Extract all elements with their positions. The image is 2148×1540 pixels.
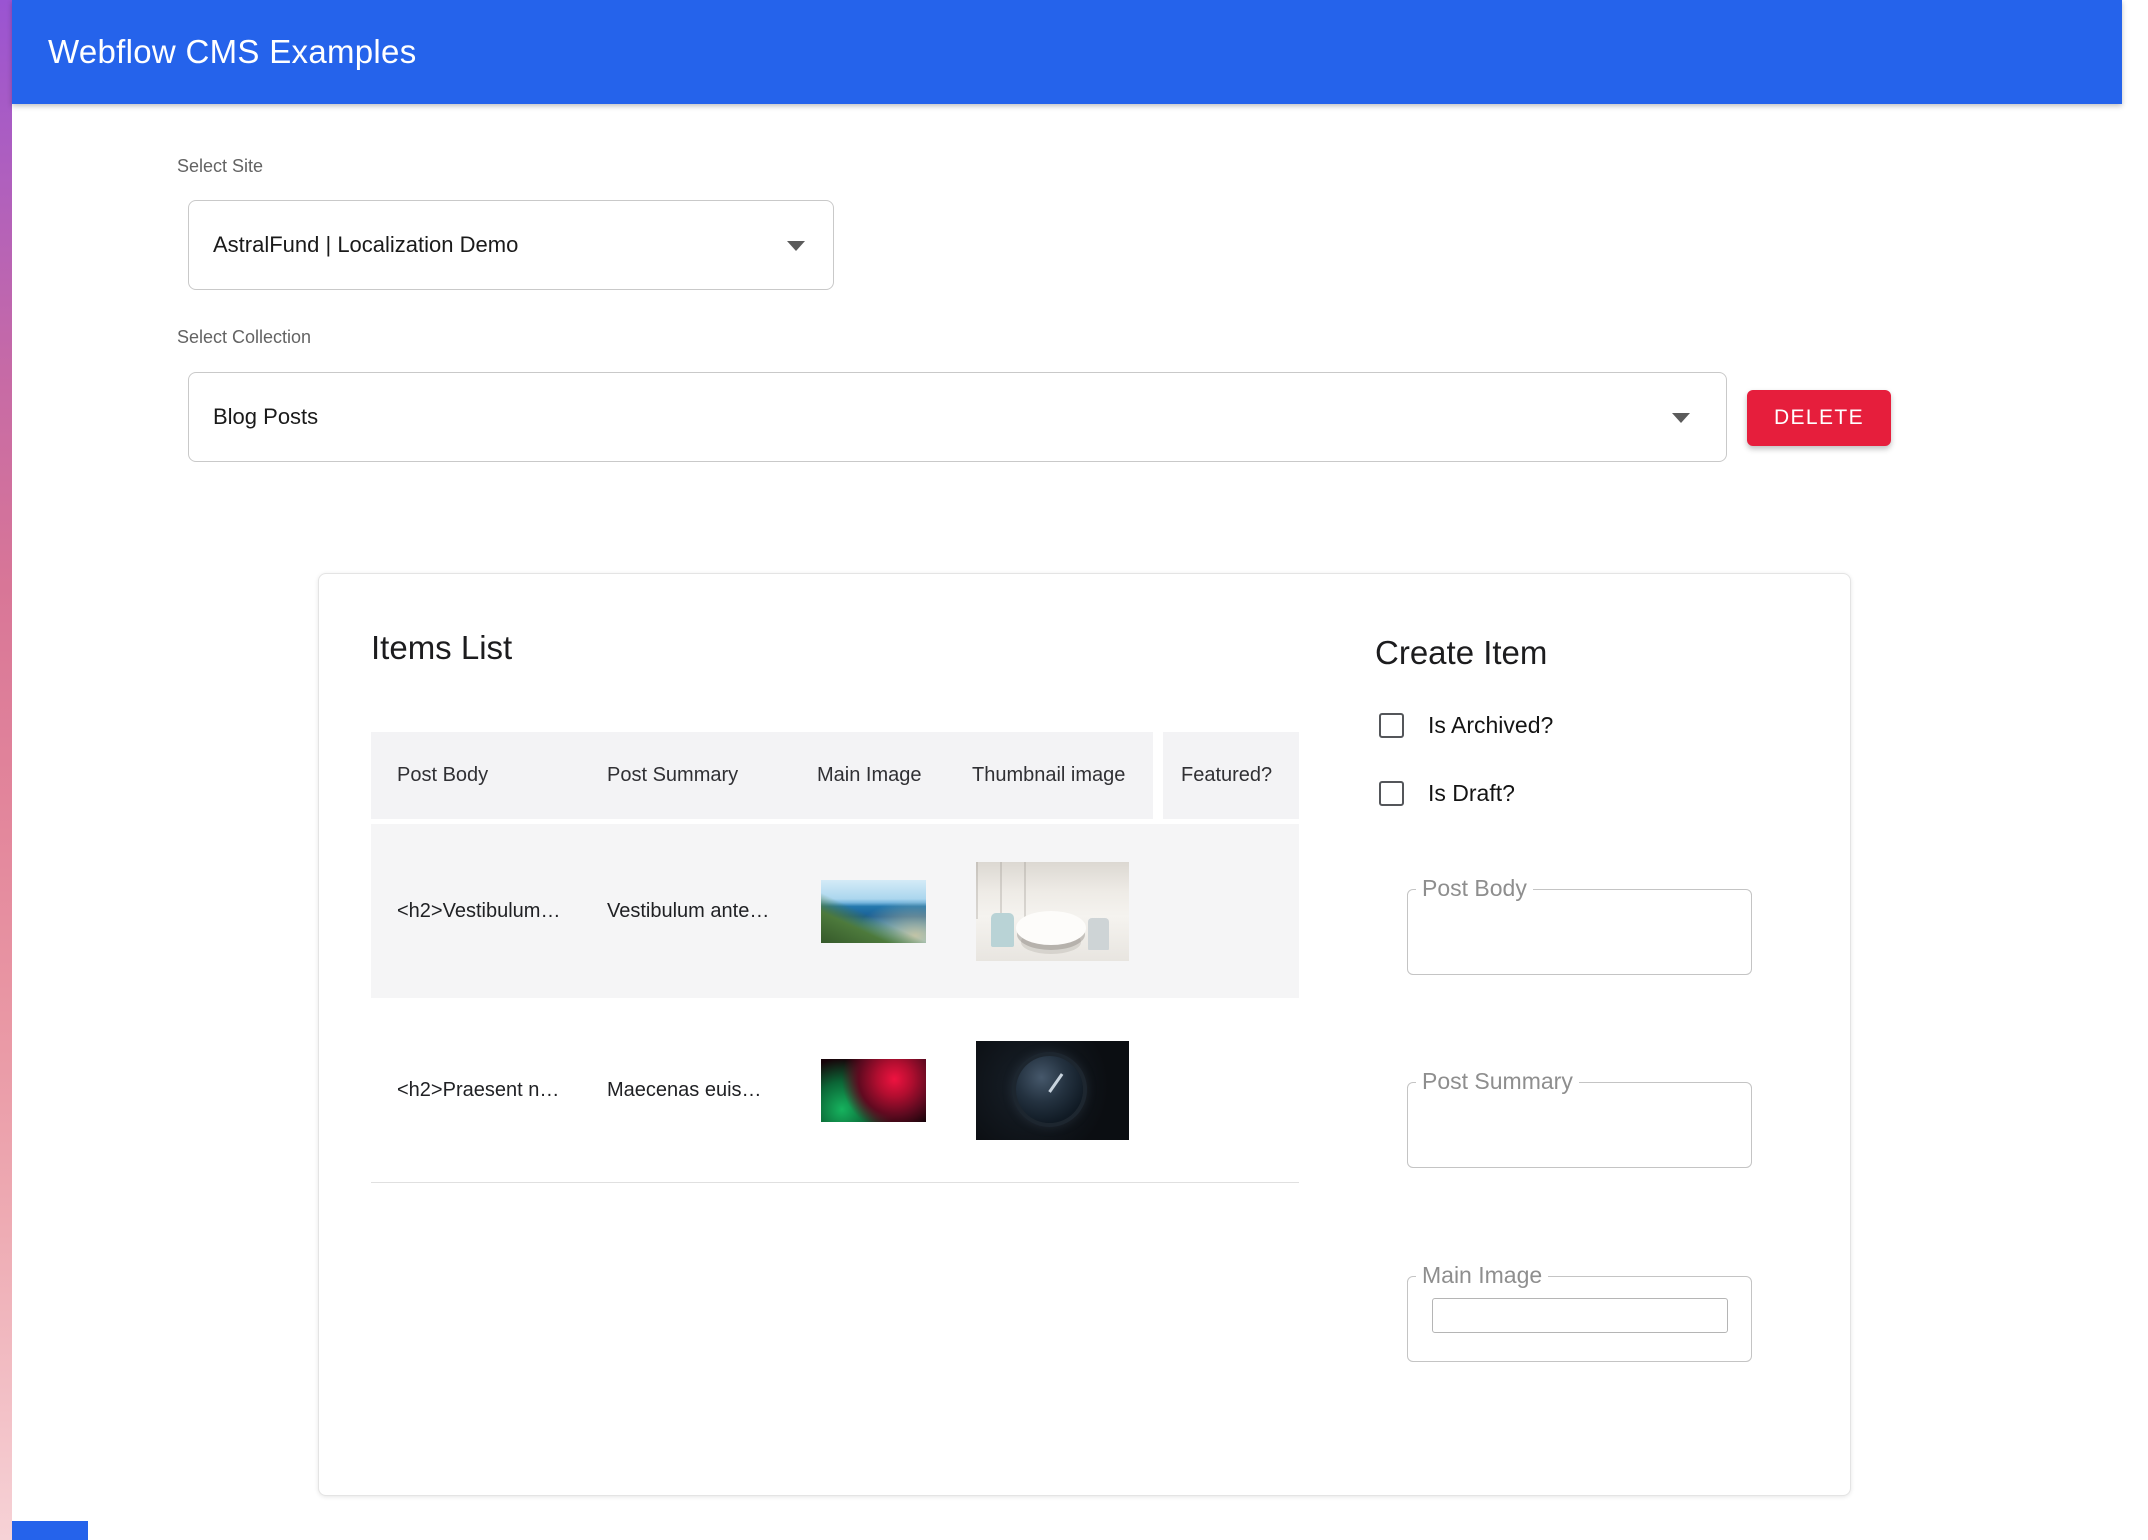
cell-main-image xyxy=(791,1059,946,1122)
table-row[interactable]: <h2>Vestibulum… Vestibulum ante… xyxy=(371,824,1299,998)
is-draft-label[interactable]: Is Draft? xyxy=(1428,780,1515,807)
cell-post-body: <h2>Vestibulum… xyxy=(371,900,581,923)
items-list-title: Items List xyxy=(371,629,512,667)
checkbox-icon[interactable] xyxy=(1379,713,1404,738)
main-image-field[interactable]: Main Image xyxy=(1407,1276,1752,1362)
content-card: Items List Post Body Post Summary Main I… xyxy=(318,573,1851,1496)
post-summary-field[interactable]: Post Summary xyxy=(1407,1082,1752,1168)
page: Webflow CMS Examples Select Site AstralF… xyxy=(0,0,2148,1540)
chevron-down-icon xyxy=(1672,413,1690,423)
collection-select-value: Blog Posts xyxy=(213,404,318,430)
column-header-post-body: Post Body xyxy=(371,764,581,787)
coastal-sea-photo xyxy=(821,880,926,943)
app-bar: Webflow CMS Examples xyxy=(12,0,2122,104)
delete-button[interactable]: DELETE xyxy=(1747,390,1891,446)
table-header-row: Post Body Post Summary Main Image Thumbn… xyxy=(371,732,1299,819)
create-item-title: Create Item xyxy=(1375,634,1547,672)
dark-neon-red-green-photo xyxy=(821,1059,926,1122)
main-image-field-label: Main Image xyxy=(1416,1262,1548,1289)
column-header-thumbnail-image: Thumbnail image xyxy=(946,764,1153,787)
column-header-featured: Featured? xyxy=(1163,764,1272,787)
cell-post-summary: Maecenas euis… xyxy=(581,1079,791,1102)
dark-wristwatch-photo xyxy=(976,1041,1129,1140)
checkbox-icon[interactable] xyxy=(1379,781,1404,806)
main-image-input[interactable] xyxy=(1432,1298,1728,1333)
select-collection-label: Select Collection xyxy=(177,327,311,348)
post-summary-field-label: Post Summary xyxy=(1416,1068,1579,1095)
cell-thumbnail-image xyxy=(946,1041,1163,1140)
column-header-post-summary: Post Summary xyxy=(581,764,791,787)
cell-post-summary: Vestibulum ante… xyxy=(581,900,791,923)
site-select[interactable]: AstralFund | Localization Demo xyxy=(188,200,834,290)
post-body-field-label: Post Body xyxy=(1416,875,1533,902)
page-edge-gradient xyxy=(0,0,12,1540)
white-office-interior-photo xyxy=(976,862,1129,961)
column-header-main-image: Main Image xyxy=(791,764,946,787)
table-row[interactable]: <h2>Praesent n… Maecenas euis… xyxy=(371,998,1299,1183)
collection-select[interactable]: Blog Posts xyxy=(188,372,1727,462)
is-archived-checkbox-row[interactable]: Is Archived? xyxy=(1379,712,1553,739)
post-body-field[interactable]: Post Body xyxy=(1407,889,1752,975)
cell-thumbnail-image xyxy=(946,862,1163,961)
cell-post-body: <h2>Praesent n… xyxy=(371,1079,581,1102)
table-header-group-featured: Featured? xyxy=(1163,732,1299,819)
site-select-value: AstralFund | Localization Demo xyxy=(213,232,518,258)
items-table: Post Body Post Summary Main Image Thumbn… xyxy=(371,732,1299,1183)
partial-bottom-bar xyxy=(12,1521,88,1540)
select-site-label: Select Site xyxy=(177,156,263,177)
header-gap xyxy=(1153,732,1163,819)
is-archived-label[interactable]: Is Archived? xyxy=(1428,712,1553,739)
app-title: Webflow CMS Examples xyxy=(48,33,417,71)
chevron-down-icon xyxy=(787,241,805,251)
cell-main-image xyxy=(791,880,946,943)
is-draft-checkbox-row[interactable]: Is Draft? xyxy=(1379,780,1515,807)
table-header-group: Post Body Post Summary Main Image Thumbn… xyxy=(371,732,1153,819)
